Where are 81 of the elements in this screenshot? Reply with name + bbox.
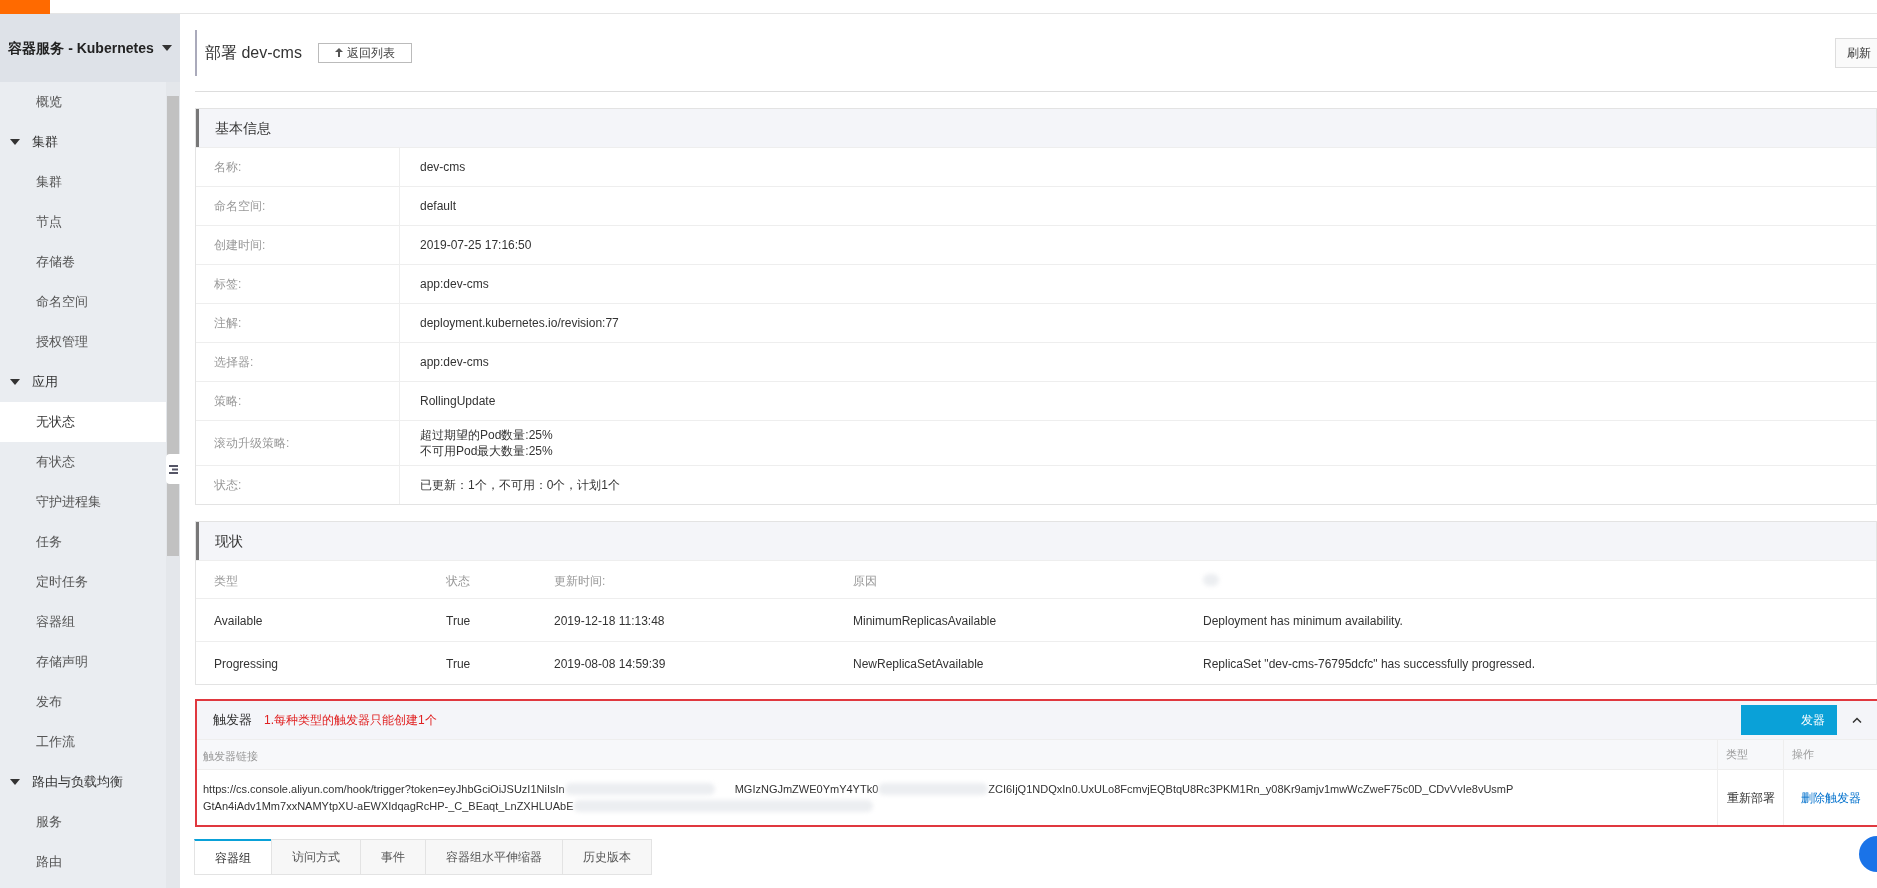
page-title: 部署 dev-cms	[205, 42, 302, 63]
column-header: 触发器链接	[203, 749, 258, 762]
caret-icon	[10, 779, 20, 785]
table-cell: True	[446, 657, 471, 671]
field-label: 滚动升级策略:	[214, 435, 290, 452]
field-label: 创建时间:	[214, 237, 266, 254]
caret-icon	[10, 139, 20, 145]
field-value: app:dev-cms	[420, 354, 489, 370]
table-cell: 2019-12-18 11:13:48	[554, 614, 665, 628]
sidebar-item[interactable]: 容器组	[0, 602, 166, 642]
sidebar-item[interactable]: 存储卷	[0, 242, 166, 282]
sidebar-item[interactable]: 守护进程集	[0, 482, 166, 522]
field-value: 2019-07-25 17:16:50	[420, 237, 532, 253]
sidebar-item[interactable]: 路由	[0, 842, 166, 882]
list-icon	[168, 464, 178, 474]
up-arrow-icon	[334, 48, 343, 57]
table-cell: ReplicaSet "dev-cms-76795dcfc" has successfully progressed.	[1203, 657, 1535, 671]
table-cell: Available	[214, 614, 263, 628]
tab[interactable]: 历史版本	[562, 839, 652, 875]
sidebar-group[interactable]: 应用	[0, 362, 166, 402]
tab[interactable]: 事件	[360, 839, 426, 875]
back-button[interactable]: 返回列表	[317, 42, 412, 63]
trigger-note: 1.每种类型的触发器只能创建1个	[264, 712, 437, 729]
scrollbar[interactable]	[166, 82, 180, 888]
tab[interactable]: 访问方式	[271, 839, 361, 875]
sidebar-item[interactable]: 任务	[0, 522, 166, 562]
chevron-icon	[1852, 717, 1862, 723]
field-value: default	[420, 198, 457, 214]
field-value: deployment.kubernetes.io/revision:77	[420, 315, 619, 331]
field-value: 超过期望的Pod数量:25%	[420, 427, 553, 443]
section-title: 现状	[215, 531, 243, 551]
sidebar-group[interactable]: 集群	[0, 122, 166, 162]
section-title: 触发器	[213, 711, 252, 730]
field-label: 选择器:	[214, 354, 254, 371]
column-header: 操作	[1792, 747, 1814, 763]
column-header: 更新时间:	[554, 573, 606, 588]
sidebar-item[interactable]: 有状态	[0, 442, 166, 482]
table-cell: MinimumReplicasAvailable	[853, 614, 997, 628]
product-menu-header[interactable]: 容器服务 - Kubernetes	[0, 14, 180, 82]
field-label: 名称:	[214, 159, 242, 176]
delete-trigger-link[interactable]: 删除触发器	[1800, 788, 1861, 807]
field-value: 已更新：1个，不可用：0个，计划1个	[420, 477, 621, 493]
caret-icon	[10, 379, 20, 385]
sidebar-item[interactable]: 概览	[0, 82, 166, 122]
sidebar-item[interactable]: 服务	[0, 802, 166, 842]
sidebar-group[interactable]: 路由与负载均衡	[0, 762, 166, 802]
table-cell: True	[446, 614, 471, 628]
refresh-button[interactable]: 刷新	[1835, 37, 1877, 68]
sidebar-item[interactable]: 工作流	[0, 722, 166, 762]
sidebar-item[interactable]: 定时任务	[0, 562, 166, 602]
column-header: 类型	[1726, 747, 1748, 763]
field-value: app:dev-cms	[420, 276, 489, 292]
table-cell: Deployment has minimum availability.	[1203, 614, 1403, 628]
field-label: 状态:	[214, 477, 242, 494]
column-header: 原因	[853, 573, 877, 588]
table-cell: Progressing	[214, 657, 279, 671]
sidebar-item[interactable]: 无状态	[0, 402, 166, 442]
sidebar-item[interactable]: 存储声明	[0, 642, 166, 682]
field-value: 不可用Pod最大数量:25%	[420, 443, 553, 459]
brand-bar	[0, 0, 50, 14]
tab[interactable]: 容器组水平伸缩器	[425, 839, 563, 875]
collapse-handle[interactable]	[166, 454, 180, 484]
column-header: 状态	[446, 573, 470, 588]
field-label: 标签:	[214, 276, 242, 293]
field-label: 注解:	[214, 315, 242, 332]
table-cell: 2019-08-08 14:59:39	[554, 657, 666, 671]
sidebar-item[interactable]: 发布	[0, 682, 166, 722]
sidebar-item[interactable]: 命名空间	[0, 282, 166, 322]
field-value: dev-cms	[420, 159, 466, 175]
sidebar-item[interactable]: 授权管理	[0, 322, 166, 362]
sidebar-item[interactable]: 节点	[0, 202, 166, 242]
field-label: 策略:	[214, 393, 242, 410]
tab[interactable]: 容器组	[194, 839, 272, 875]
field-value: RollingUpdate	[420, 393, 496, 409]
table-cell-text: 重新部署	[1726, 789, 1775, 807]
section-title: 基本信息	[215, 118, 271, 138]
caret-icon	[161, 45, 172, 51]
column-header: 类型	[214, 573, 238, 588]
sidebar-item[interactable]: 集群	[0, 162, 166, 202]
table-cell: NewReplicaSetAvailable	[853, 657, 984, 671]
field-label: 命名空间:	[214, 198, 266, 215]
